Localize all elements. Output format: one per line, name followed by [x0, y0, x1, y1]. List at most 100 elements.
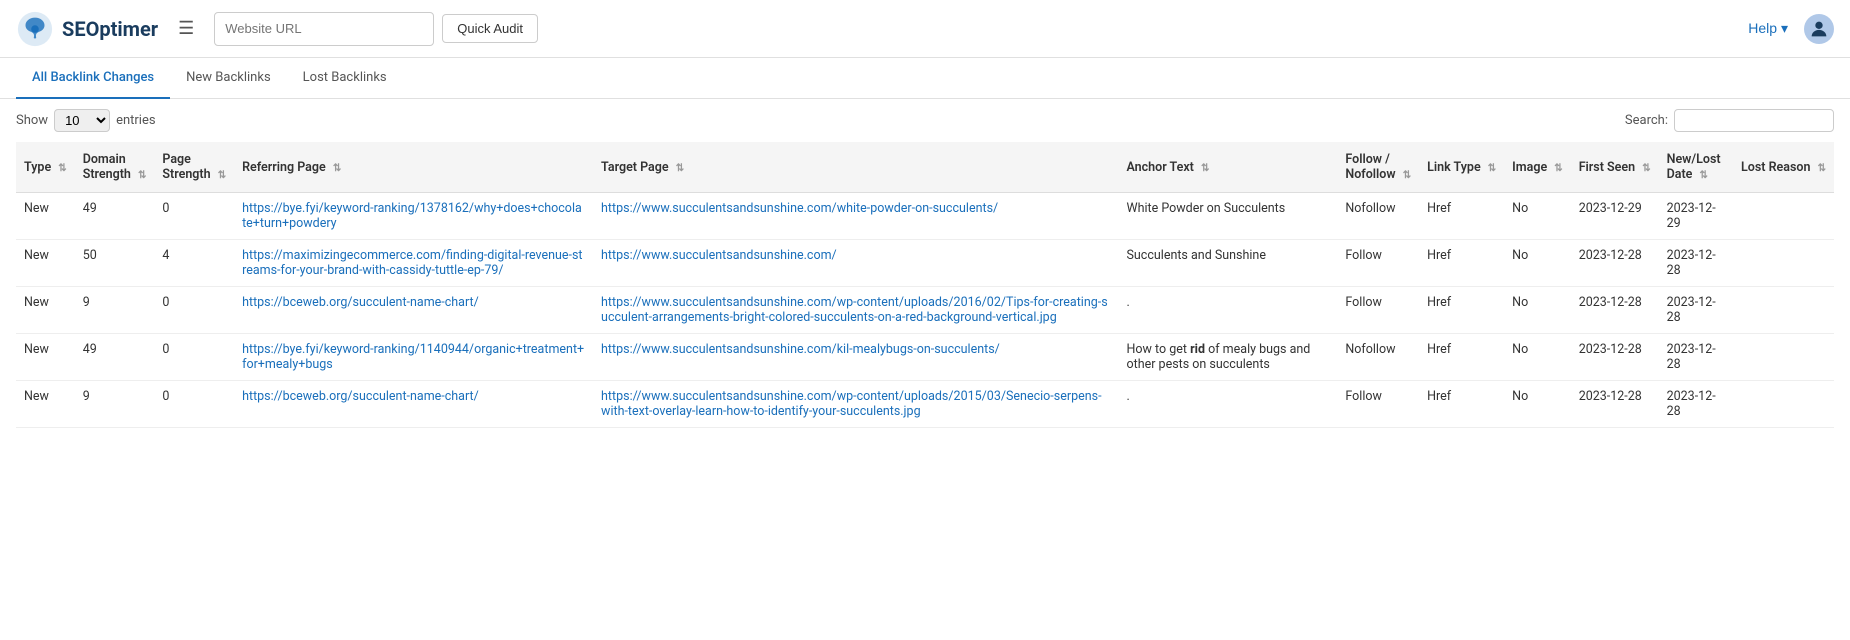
user-avatar[interactable]	[1804, 14, 1834, 44]
table-cell: No	[1504, 240, 1571, 287]
backlinks-table: Type ⇅ DomainStrength ⇅ PageStrength ⇅ R…	[16, 142, 1834, 428]
table-cell: 2023-12-29	[1659, 193, 1733, 240]
link[interactable]: https://www.succulentsandsunshine.com/wh…	[601, 201, 998, 216]
table-cell[interactable]: https://www.succulentsandsunshine.com/wp…	[593, 381, 1118, 428]
table-cell: 0	[154, 334, 234, 381]
table-row: New90https://bceweb.org/succulent-name-c…	[16, 287, 1834, 334]
link[interactable]: https://www.succulentsandsunshine.com/	[601, 248, 837, 263]
tabs-bar: All Backlink Changes New Backlinks Lost …	[0, 58, 1850, 99]
tab-all-backlink-changes[interactable]: All Backlink Changes	[16, 58, 170, 99]
table-cell: New	[16, 381, 75, 428]
table-cell: 2023-12-28	[1571, 287, 1659, 334]
tab-new-backlinks[interactable]: New Backlinks	[170, 58, 287, 99]
table-cell: Href	[1419, 381, 1504, 428]
table-cell[interactable]: https://www.succulentsandsunshine.com/wp…	[593, 287, 1118, 334]
col-new-lost-date[interactable]: New/LostDate ⇅	[1659, 142, 1733, 193]
sort-icon-ps: ⇅	[218, 170, 226, 181]
table-cell: 2023-12-28	[1659, 381, 1733, 428]
table-cell: 9	[75, 381, 155, 428]
table-cell: No	[1504, 334, 1571, 381]
table-cell[interactable]: https://bceweb.org/succulent-name-chart/	[234, 381, 593, 428]
logo-icon	[16, 10, 54, 48]
col-page-strength[interactable]: PageStrength ⇅	[154, 142, 234, 193]
tab-lost-backlinks[interactable]: Lost Backlinks	[287, 58, 403, 99]
col-follow-nofollow[interactable]: Follow /Nofollow ⇅	[1337, 142, 1419, 193]
table-cell[interactable]: https://www.succulentsandsunshine.com/	[593, 240, 1118, 287]
entries-select[interactable]: 10 25 50 100	[54, 109, 110, 132]
search-area: Search:	[1625, 109, 1834, 132]
table-cell: 0	[154, 287, 234, 334]
table-cell: 2023-12-28	[1571, 240, 1659, 287]
table-cell: 4	[154, 240, 234, 287]
table-cell[interactable]: https://www.succulentsandsunshine.com/ki…	[593, 334, 1118, 381]
anchor-text-cell: Succulents and Sunshine	[1118, 240, 1337, 287]
anchor-text-cell: .	[1118, 381, 1337, 428]
table-cell: 49	[75, 334, 155, 381]
header: SEOptimer ☰ Quick Audit Help ▾	[0, 0, 1850, 58]
table-cell: 50	[75, 240, 155, 287]
table-cell	[1733, 240, 1834, 287]
table-cell: 2023-12-28	[1571, 381, 1659, 428]
col-lost-reason[interactable]: Lost Reason ⇅	[1733, 142, 1834, 193]
table-cell: 2023-12-28	[1571, 334, 1659, 381]
show-label: Show	[16, 113, 48, 128]
table-cell[interactable]: https://maximizingecommerce.com/finding-…	[234, 240, 593, 287]
link[interactable]: https://bceweb.org/succulent-name-chart/	[242, 295, 479, 310]
table-cell: 2023-12-28	[1659, 287, 1733, 334]
table-cell: Href	[1419, 334, 1504, 381]
link[interactable]: https://www.succulentsandsunshine.com/wp…	[601, 295, 1108, 325]
table-row: New504https://maximizingecommerce.com/fi…	[16, 240, 1834, 287]
link[interactable]: https://www.succulentsandsunshine.com/wp…	[601, 389, 1101, 419]
table-cell: 0	[154, 381, 234, 428]
table-cell: 2023-12-28	[1659, 240, 1733, 287]
sort-icon-lr: ⇅	[1818, 163, 1826, 174]
col-image[interactable]: Image ⇅	[1504, 142, 1571, 193]
col-domain-strength[interactable]: DomainStrength ⇅	[75, 142, 155, 193]
header-right: Help ▾	[1748, 14, 1834, 44]
table-cell: No	[1504, 193, 1571, 240]
table-row: New490 https://bye.fyi/keyword-ranking/11…	[16, 334, 1834, 381]
table-cell: No	[1504, 287, 1571, 334]
col-referring-page[interactable]: Referring Page ⇅	[234, 142, 593, 193]
table-cell: 0	[154, 193, 234, 240]
entries-label: entries	[116, 113, 156, 128]
link[interactable]: https://www.succulentsandsunshine.com/ki…	[601, 342, 1000, 357]
link[interactable]: https://bye.fyi/keyword-ranking/1140944/…	[242, 342, 584, 372]
table-row: New490https://bye.fyi/keyword-ranking/13…	[16, 193, 1834, 240]
show-entries-control: Show 10 25 50 100 entries	[16, 109, 156, 132]
col-first-seen[interactable]: First Seen ⇅	[1571, 142, 1659, 193]
table-cell	[1733, 287, 1834, 334]
search-input[interactable]	[1674, 109, 1834, 132]
quick-audit-button[interactable]: Quick Audit	[442, 14, 538, 43]
hamburger-button[interactable]: ☰	[170, 14, 202, 43]
sort-icon-at: ⇅	[1201, 163, 1209, 174]
table-cell: No	[1504, 381, 1571, 428]
col-type[interactable]: Type ⇅	[16, 142, 75, 193]
sort-icon-nld: ⇅	[1700, 170, 1708, 181]
table-header-row: Type ⇅ DomainStrength ⇅ PageStrength ⇅ R…	[16, 142, 1834, 193]
controls-bar: Show 10 25 50 100 entries Search:	[0, 99, 1850, 142]
help-button[interactable]: Help ▾	[1748, 20, 1788, 37]
table-cell: New	[16, 334, 75, 381]
link[interactable]: https://bye.fyi/keyword-ranking/1378162/…	[242, 201, 582, 231]
link[interactable]: https://maximizingecommerce.com/finding-…	[242, 248, 582, 278]
table-cell[interactable]: https://www.succulentsandsunshine.com/wh…	[593, 193, 1118, 240]
table-cell[interactable]: https://bceweb.org/succulent-name-chart/	[234, 287, 593, 334]
logo-text: SEOptimer	[62, 17, 158, 41]
anchor-text-cell: .	[1118, 287, 1337, 334]
anchor-text-cell: White Powder on Succulents	[1118, 193, 1337, 240]
col-target-page[interactable]: Target Page ⇅	[593, 142, 1118, 193]
col-link-type[interactable]: Link Type ⇅	[1419, 142, 1504, 193]
table-cell: 2023-12-29	[1571, 193, 1659, 240]
table-cell: Follow	[1337, 240, 1419, 287]
table-cell: Nofollow	[1337, 334, 1419, 381]
table-cell	[1733, 381, 1834, 428]
table-cell: Follow	[1337, 381, 1419, 428]
url-input[interactable]	[214, 12, 434, 46]
table-cell[interactable]: https://bye.fyi/keyword-ranking/1378162/…	[234, 193, 593, 240]
link[interactable]: https://bceweb.org/succulent-name-chart/	[242, 389, 479, 404]
table-cell[interactable]: https://bye.fyi/keyword-ranking/1140944/…	[234, 334, 593, 381]
backlinks-table-container: Type ⇅ DomainStrength ⇅ PageStrength ⇅ R…	[0, 142, 1850, 428]
table-cell: Follow	[1337, 287, 1419, 334]
col-anchor-text[interactable]: Anchor Text ⇅	[1118, 142, 1337, 193]
